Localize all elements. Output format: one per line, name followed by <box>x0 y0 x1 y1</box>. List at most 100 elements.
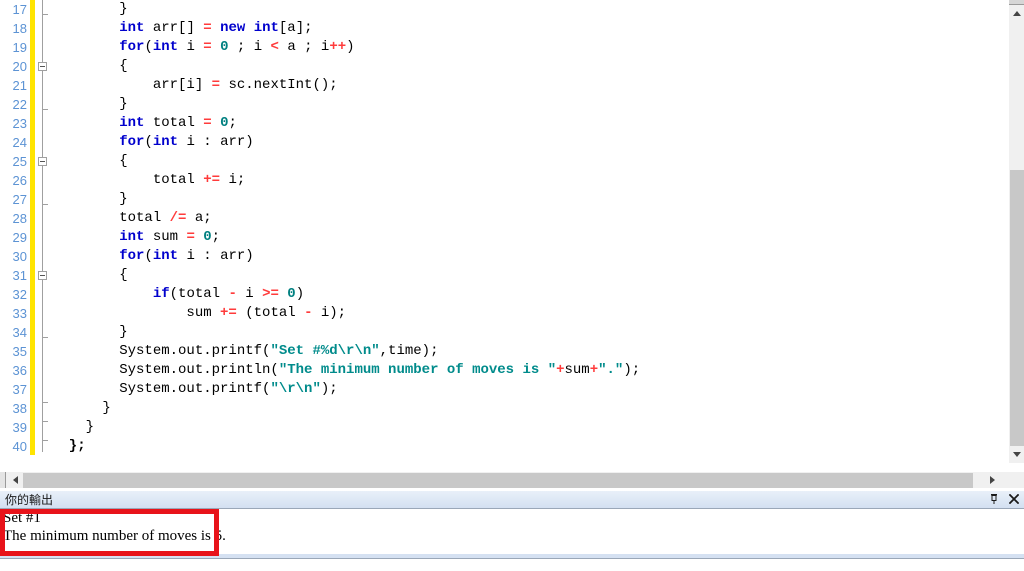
code-line[interactable]: if(total - i >= 0) <box>52 285 1002 304</box>
code-token: += <box>220 305 237 321</box>
fold-end-tick <box>42 14 48 15</box>
line-number: 24 <box>12 135 27 150</box>
horizontal-scrollbar-thumb[interactable] <box>23 473 973 488</box>
code-line[interactable]: for(int i : arr) <box>52 247 1002 266</box>
ide-window: 17 18 19 20 21 22 23 24 25 26 27 28 29 30 31 32 33 34 35 36… <box>0 0 1024 571</box>
code-line[interactable]: } <box>52 95 1002 114</box>
code-line[interactable]: } <box>52 418 1002 437</box>
line-number: 34 <box>12 325 27 340</box>
horizontal-scrollbar[interactable] <box>0 472 1024 488</box>
code-token: for <box>119 134 145 150</box>
code-token: a; <box>186 210 212 226</box>
code-token: [a]; <box>278 20 313 36</box>
fold-toggle-box[interactable] <box>38 271 47 280</box>
code-line[interactable]: System.out.printf("\r\n"); <box>52 380 1002 399</box>
code-token: total <box>52 210 170 226</box>
code-token: } <box>52 96 128 112</box>
output-panel-header[interactable]: 你的輸出 <box>0 490 1024 508</box>
code-line[interactable]: sum += (total - i); <box>52 304 1002 323</box>
code-line[interactable]: System.out.println("The minimum number o… <box>52 361 1002 380</box>
scroll-left-arrow-icon <box>12 476 18 484</box>
code-token: } <box>52 419 95 435</box>
code-token: { <box>52 153 128 169</box>
code-line[interactable]: { <box>52 266 1002 285</box>
output-panel-footer <box>0 558 1024 571</box>
code-token: { <box>52 58 128 74</box>
line-number: 29 <box>12 230 27 245</box>
code-token: /= <box>169 210 187 226</box>
code-token: for <box>119 248 145 264</box>
code-token: } <box>52 400 111 416</box>
code-editor[interactable]: 17 18 19 20 21 22 23 24 25 26 27 28 29 30 31 32 33 34 35 36… <box>0 0 1024 463</box>
code-line[interactable]: } <box>52 399 1002 418</box>
line-number: 39 <box>12 420 27 435</box>
code-line[interactable]: } <box>52 0 1002 19</box>
line-number: 22 <box>12 97 27 112</box>
line-number: 27 <box>12 192 27 207</box>
scroll-down-button[interactable] <box>1009 446 1024 463</box>
line-number: 32 <box>12 287 27 302</box>
line-number: 23 <box>12 116 27 131</box>
code-line[interactable]: } <box>52 190 1002 209</box>
code-token: i); <box>312 305 347 321</box>
pin-icon[interactable] <box>988 492 1000 506</box>
fold-toggle-box[interactable] <box>38 157 47 166</box>
fold-toggle-box[interactable] <box>38 62 47 71</box>
code-token: 0 <box>220 39 229 55</box>
code-line[interactable]: int arr[] = new int[a]; <box>52 19 1002 38</box>
pin-icon-svg <box>991 494 997 504</box>
fold-end-tick <box>42 402 48 403</box>
close-icon[interactable] <box>1008 492 1020 506</box>
scroll-down-arrow-icon <box>1013 452 1021 457</box>
fold-end-tick <box>42 440 48 441</box>
code-token: = <box>211 77 221 93</box>
line-number: 37 <box>12 382 27 397</box>
scroll-right-button[interactable] <box>984 472 1000 488</box>
code-line[interactable]: }; <box>52 437 1002 456</box>
code-text-area[interactable]: } int arr[] = new int[a]; for(int i = 0 … <box>52 0 1002 463</box>
code-token: ); <box>623 362 641 378</box>
line-number: 18 <box>12 21 27 36</box>
code-token: ); <box>320 381 338 397</box>
code-token: } <box>52 191 128 207</box>
code-line[interactable]: int sum = 0; <box>52 228 1002 247</box>
code-token: ( <box>144 134 153 150</box>
code-line[interactable]: System.out.printf("Set #%d\r\n",time); <box>52 342 1002 361</box>
code-folding-margin[interactable] <box>36 0 50 463</box>
output-line: The minimum number of moves is 5. <box>3 528 226 544</box>
output-panel-header-buttons <box>988 492 1020 506</box>
scroll-left-button[interactable] <box>7 472 23 488</box>
code-line[interactable]: int total = 0; <box>52 114 1002 133</box>
code-token: ) <box>295 286 305 302</box>
code-line[interactable]: { <box>52 152 1002 171</box>
code-line[interactable]: arr[i] = sc.nextInt(); <box>52 76 1002 95</box>
vertical-scrollbar[interactable] <box>1008 0 1024 463</box>
code-token: int <box>119 229 145 245</box>
code-token: }; <box>52 438 86 454</box>
output-panel-body[interactable]: Set #1 The minimum number of moves is 5. <box>0 508 1024 554</box>
code-token: } <box>52 324 128 340</box>
code-line[interactable]: } <box>52 323 1002 342</box>
code-token: 0 <box>287 286 296 302</box>
code-token: - <box>228 286 237 302</box>
code-line[interactable]: { <box>52 57 1002 76</box>
code-line[interactable]: total += i; <box>52 171 1002 190</box>
code-token: int <box>119 115 145 131</box>
code-token: + <box>589 362 599 378</box>
output-line: Set #1 <box>3 510 41 526</box>
code-token: { <box>52 267 128 283</box>
code-line[interactable]: for(int i : arr) <box>52 133 1002 152</box>
code-line[interactable]: total /= a; <box>52 209 1002 228</box>
code-token: total <box>52 172 204 188</box>
code-token: sum <box>52 305 221 321</box>
scroll-up-button[interactable] <box>1009 5 1024 22</box>
code-line[interactable]: for(int i = 0 ; i < a ; i++) <box>52 38 1002 57</box>
line-number-gutter: 17 18 19 20 21 22 23 24 25 26 27 28 29 30 31 32 33 34 35 36… <box>0 0 30 463</box>
code-token: = <box>203 39 212 55</box>
code-token: < <box>270 39 279 55</box>
line-number: 20 <box>12 59 27 74</box>
code-token: (total <box>236 305 305 321</box>
vertical-scrollbar-thumb[interactable] <box>1010 170 1024 450</box>
